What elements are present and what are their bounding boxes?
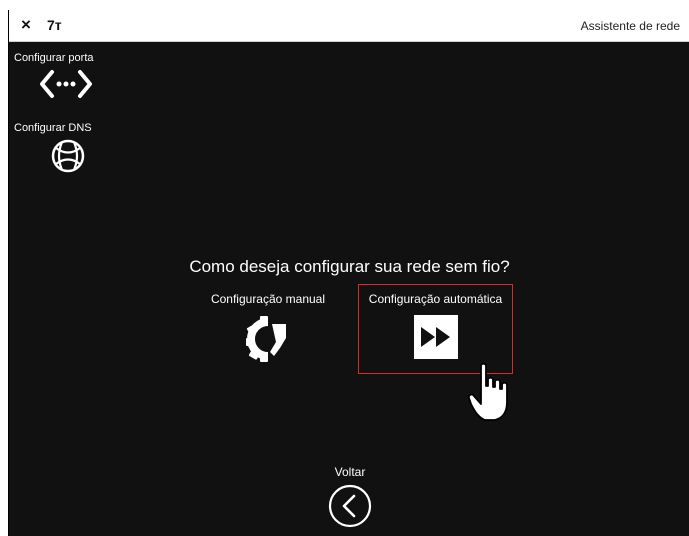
manual-gear-icon (246, 316, 286, 362)
sidebar-item-configure-port[interactable]: Configurar porta (14, 52, 96, 102)
globe-icon (51, 139, 85, 173)
back-button[interactable]: Voltar (315, 465, 385, 529)
manual-option-label: Configuração manual (210, 292, 326, 306)
chevron-left-circle-icon (328, 484, 372, 528)
network-assistant-window: × 7т Assistente de rede Configurar porta… (8, 10, 689, 536)
close-button[interactable]: × (17, 16, 35, 34)
port-arrows-icon (40, 70, 92, 98)
fast-forward-icon (413, 315, 458, 359)
device-name: 7т (47, 17, 62, 33)
manual-configuration-option[interactable]: Configuração manual (205, 292, 331, 364)
title-bar: × 7т Assistente de rede (9, 10, 689, 42)
back-label: Voltar (334, 465, 366, 479)
assistant-title: Assistente de rede (580, 19, 680, 33)
automatic-option-label: Configuração automática (368, 292, 503, 306)
automatic-configuration-option[interactable]: Configuração automática (358, 284, 513, 374)
sidebar-item-configure-dns[interactable]: Configurar DNS (14, 122, 92, 176)
main-question: Como deseja configurar sua rede sem fio? (189, 257, 510, 276)
sidebar-item-label: Configurar porta (14, 52, 94, 64)
hand-pointer-cursor-icon (467, 362, 508, 421)
sidebar-item-label: Configurar DNS (14, 122, 92, 134)
